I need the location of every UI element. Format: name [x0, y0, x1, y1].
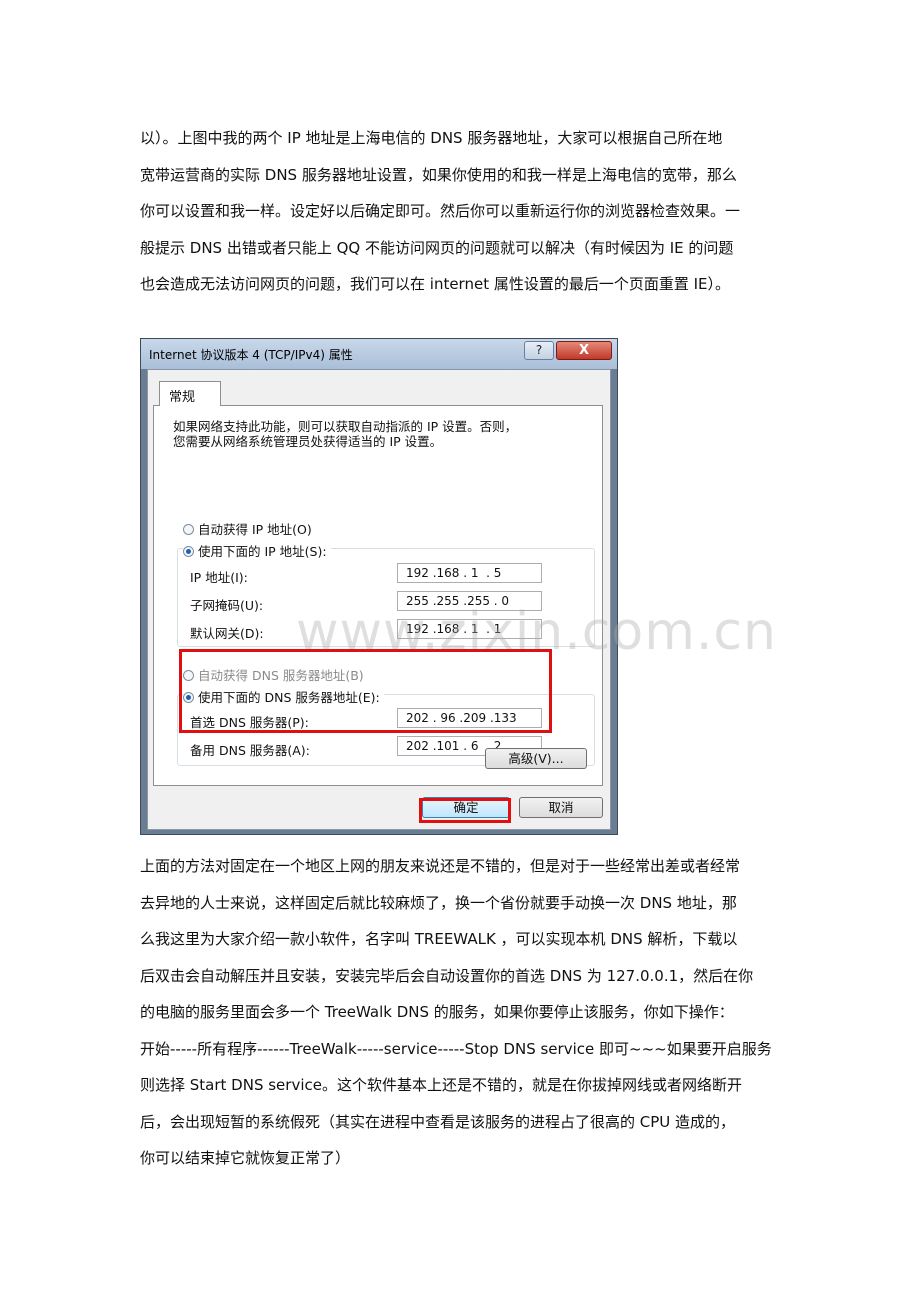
alternate-dns-label: 备用 DNS 服务器(A): [190, 743, 310, 758]
paragraph-treewalk: 上面的方法对固定在一个地区上网的朋友来说还是不错的，但是对于一些经常出差或者经常… [140, 848, 790, 1177]
description-line: 如果网络支持此功能，则可以获取自动指派的 IP 设置。否则， [173, 419, 518, 434]
radio-manual-ip[interactable]: 使用下面的 IP 地址(S): [183, 541, 331, 560]
tcpip-properties-dialog: Internet 协议版本 4 (TCP/IPv4) 属性 ? X 常规 如果网… [140, 338, 618, 835]
dialog-title: Internet 协议版本 4 (TCP/IPv4) 属性 [149, 348, 353, 362]
dialog-titlebar[interactable]: Internet 协议版本 4 (TCP/IPv4) 属性 ? X [141, 339, 617, 369]
radio-button-icon[interactable] [183, 524, 194, 535]
text-line: 后，会出现短暂的系统假死（其实在进程中查看是该服务的进程占了很高的 CPU 造成… [140, 1112, 736, 1131]
text-line: 后双击会自动解压并且安装，安装完毕后会自动设置你的首选 DNS 为 127.0.… [140, 966, 754, 985]
radio-auto-ip[interactable]: 自动获得 IP 地址(O) [183, 519, 316, 538]
help-button[interactable]: ? [524, 341, 554, 360]
text-line: 的电脑的服务里面会多一个 TreeWalk DNS 的服务，如果你要停止该服务，… [140, 1003, 734, 1021]
text-line: 你可以结束掉它就恢复正常了） [140, 1149, 351, 1167]
text-line: 你可以设置和我一样。设定好以后确定即可。然后你可以重新运行你的浏览器检查效果。一 [140, 202, 741, 220]
radio-button-selected-icon[interactable] [183, 546, 194, 557]
description-line: 您需要从网络系统管理员处获得适当的 IP 设置。 [173, 434, 443, 449]
radio-manual-ip-label: 使用下面的 IP 地址(S): [198, 544, 327, 559]
text-line: 般提示 DNS 出错或者只能上 QQ 不能访问网页的问题就可以解决（有时候因为 … [140, 238, 734, 257]
dialog-description: 如果网络支持此功能，则可以获取自动指派的 IP 设置。否则， 您需要从网络系统管… [173, 419, 517, 449]
text-line: 宽带运营商的实际 DNS 服务器地址设置，如果你使用的和我一样是上海电信的宽带，… [140, 165, 737, 184]
default-gateway-label: 默认网关(D): [190, 626, 264, 641]
tab-general[interactable]: 常规 [159, 381, 221, 406]
dialog-client-area: 常规 如果网络支持此功能，则可以获取自动指派的 IP 设置。否则， 您需要从网络… [147, 369, 611, 830]
ok-highlight-box [419, 798, 511, 823]
text-line: 开始-----所有程序------TreeWalk-----service---… [140, 1039, 772, 1058]
ip-address-label: IP 地址(I): [190, 570, 248, 585]
subnet-mask-input[interactable]: 255 .255 .255 . 0 [397, 591, 542, 611]
text-line: 则选择 Start DNS service。这个软件基本上还是不错的，就是在你拔… [140, 1076, 742, 1094]
close-button[interactable]: X [556, 341, 612, 360]
text-line: 去异地的人士来说，这样固定后就比较麻烦了，换一个省份就要手动换一次 DNS 地址… [140, 893, 737, 912]
text-line: 以）。上图中我的两个 IP 地址是上海电信的 DNS 服务器地址，大家可以根据自… [140, 129, 723, 147]
text-line: 也会造成无法访问网页的问题，我们可以在 internet 属性设置的最后一个页面… [140, 275, 731, 293]
radio-auto-ip-label: 自动获得 IP 地址(O) [198, 522, 312, 537]
advanced-button[interactable]: 高级(V)... [485, 748, 587, 769]
text-line: 上面的方法对固定在一个地区上网的朋友来说还是不错的，但是对于一些经常出差或者经常 [140, 857, 741, 875]
cancel-button[interactable]: 取消 [519, 797, 603, 818]
ip-address-input[interactable]: 192 .168 . 1 . 5 [397, 563, 542, 583]
default-gateway-input[interactable]: 192 .168 . 1 . 1 [397, 619, 542, 639]
paragraph-intro: 以）。上图中我的两个 IP 地址是上海电信的 DNS 服务器地址，大家可以根据自… [140, 120, 790, 303]
dns-highlight-box [179, 649, 552, 733]
subnet-mask-label: 子网掩码(U): [190, 598, 264, 613]
text-line: 么我这里为大家介绍一款小软件，名字叫 TREEWALK ，可以实现本机 DNS … [140, 930, 738, 948]
